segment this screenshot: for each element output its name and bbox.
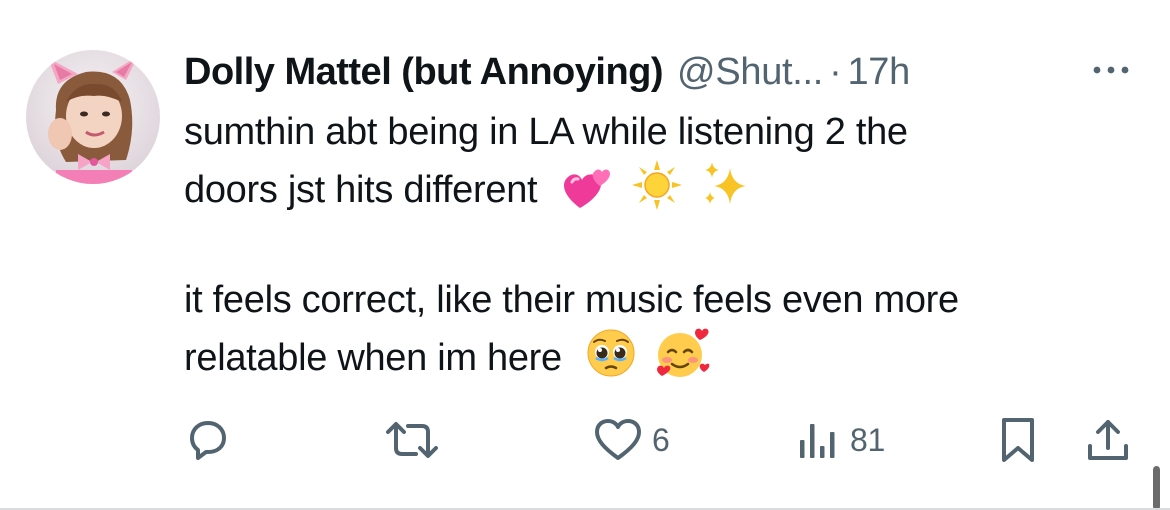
like-button[interactable]: 6 — [594, 412, 670, 468]
avatar[interactable] — [26, 50, 160, 184]
scrollbar-thumb[interactable] — [1153, 466, 1160, 510]
views-icon — [800, 424, 835, 458]
tweet-actions: 6 81 — [184, 412, 1144, 468]
reply-button[interactable] — [184, 412, 232, 468]
share-button[interactable] — [1084, 412, 1132, 468]
tweet-text-segment: relatable when im here — [184, 337, 562, 379]
bookmark-button[interactable] — [998, 412, 1038, 468]
timestamp[interactable]: 17h — [847, 44, 910, 100]
retweet-button[interactable] — [384, 412, 440, 468]
user-handle[interactable]: @Shut... — [677, 44, 823, 100]
tweet-text-segment: doors jst hits different — [184, 169, 538, 211]
tweet-text-line: sumthin abt being in LA while listening … — [184, 111, 908, 153]
smiling-face-with-hearts-emoji — [654, 328, 710, 378]
separator-dot: · — [829, 51, 842, 93]
retweet-icon — [386, 422, 438, 458]
tweet-text-line: it feels correct, like their music feels… — [184, 279, 959, 321]
more-options-button[interactable] — [1086, 52, 1136, 88]
sparkles-emoji — [700, 160, 750, 210]
reply-icon — [190, 421, 226, 460]
sun-emoji — [631, 160, 682, 210]
like-count: 6 — [652, 421, 670, 458]
pleading-face-emoji — [586, 328, 636, 378]
views-count: 81 — [850, 421, 885, 458]
more-icon — [1093, 66, 1129, 74]
tweet-text-line: doors jst hits different — [184, 160, 1144, 216]
tweet[interactable]: Dolly Mattel (but Annoying) @Shut... · 1… — [0, 0, 1170, 510]
bookmark-icon — [1002, 418, 1034, 462]
display-name[interactable]: Dolly Mattel (but Annoying) — [184, 44, 664, 100]
tweet-header: Dolly Mattel (but Annoying) @Shut... · 1… — [184, 44, 910, 100]
heart-icon — [595, 419, 641, 460]
two-hearts-emoji — [562, 166, 612, 210]
share-icon — [1088, 420, 1128, 460]
views-button[interactable]: 81 — [796, 412, 885, 468]
tweet-text: sumthin abt being in LA while listening … — [184, 104, 1144, 384]
tweet-text-line: relatable when im here — [184, 328, 1144, 384]
